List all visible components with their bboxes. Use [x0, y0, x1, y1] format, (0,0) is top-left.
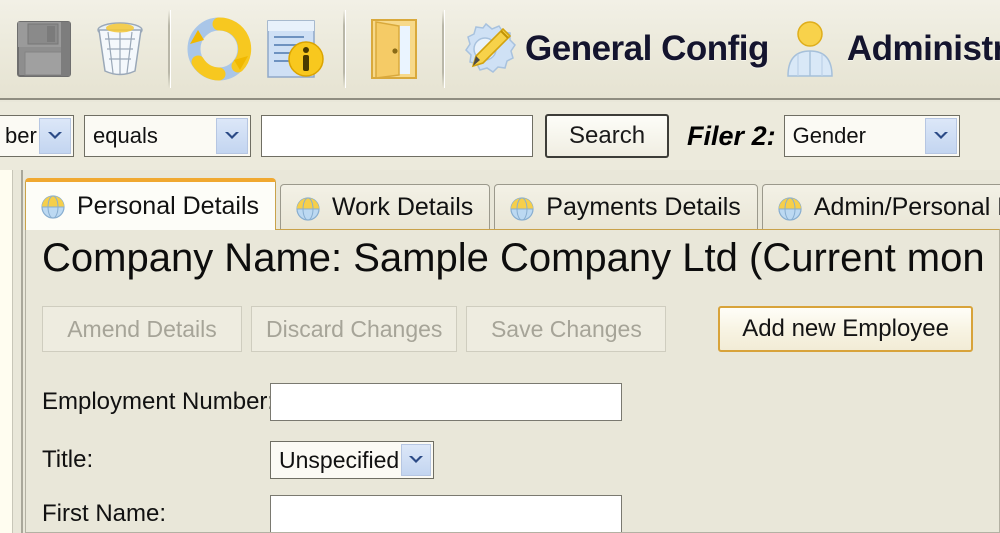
user-person-icon: [787, 21, 833, 77]
filer2-label: Filer 2:: [687, 120, 776, 151]
filter-field-value: ber: [5, 123, 37, 148]
globe-icon: [296, 196, 320, 221]
exit-door-icon: [371, 19, 417, 79]
filter-value-input[interactable]: [261, 115, 533, 157]
title-label: Title:: [42, 446, 94, 473]
tab-work-details[interactable]: Work Details: [280, 184, 491, 230]
tab-label: Work Details: [332, 193, 474, 221]
toolbar-separator: [343, 10, 346, 88]
first-name-label: First Name:: [42, 500, 167, 527]
title-select[interactable]: Unspecified: [270, 441, 434, 479]
delete-button[interactable]: [82, 6, 158, 92]
exit-button[interactable]: [356, 6, 432, 92]
chevron-down-icon[interactable]: [924, 118, 957, 154]
globe-icon: [41, 195, 65, 219]
general-config-label: General Config: [525, 29, 769, 68]
trash-bin-icon: [97, 22, 143, 76]
add-new-employee-button[interactable]: Add new Employee: [718, 306, 973, 352]
administration-button[interactable]: Administra: [775, 6, 1000, 92]
filer2-value: Gender: [792, 123, 866, 148]
title-row: Title: Unspecified: [42, 440, 434, 480]
tab-strip: Personal Details Work Details Payments D…: [25, 178, 1000, 230]
discard-changes-button[interactable]: Discard Changes: [251, 306, 458, 352]
globe-icon: [778, 196, 802, 221]
toolbar-separator: [442, 10, 445, 88]
left-side-panel: [0, 170, 13, 533]
left-divider: [14, 170, 23, 533]
floppy-disk-icon: [17, 21, 71, 77]
save-button[interactable]: [6, 6, 82, 92]
tab-label: Admin/Personal Notes: [813, 193, 1000, 221]
filer2-select[interactable]: Gender: [783, 115, 960, 157]
pencil-gear-icon: [465, 22, 516, 73]
chevron-down-icon[interactable]: [216, 118, 248, 154]
tab-personal-details[interactable]: Personal Details: [25, 178, 277, 230]
employment-number-label: Employment Number:: [42, 388, 275, 415]
administration-label: Administra: [846, 29, 1000, 68]
globe-icon: [510, 196, 534, 221]
record-actions-row: Amend Details Discard Changes Save Chang…: [42, 306, 675, 352]
personal-details-panel: Company Name: Sample Company Ltd (Curren…: [25, 229, 1000, 533]
filter-bar: ber equals Search Filer 2: Gender: [0, 102, 1000, 170]
main-toolbar: General Config Administra: [0, 0, 1000, 100]
tab-admin-personal-notes[interactable]: Admin/Personal Notes: [761, 184, 1000, 230]
document-info-icon: [267, 20, 324, 78]
tab-payments-details[interactable]: Payments Details: [494, 184, 758, 230]
chevron-down-icon[interactable]: [39, 118, 71, 154]
general-config-button[interactable]: General Config: [449, 6, 775, 92]
title-value: Unspecified: [279, 446, 400, 473]
save-changes-button[interactable]: Save Changes: [466, 306, 667, 352]
employment-number-row: Employment Number:: [42, 382, 622, 422]
application-window: General Config Administra ber equals: [0, 0, 1000, 533]
report-info-button[interactable]: [257, 6, 333, 92]
refresh-button[interactable]: [181, 6, 257, 92]
tab-label: Personal Details: [77, 191, 260, 220]
tab-label: Payments Details: [546, 193, 741, 221]
toolbar-separator: [168, 10, 171, 88]
first-name-row: First Name:: [42, 494, 622, 532]
filter-operator-select[interactable]: equals: [84, 115, 251, 157]
toolbar-group-view: [175, 5, 339, 93]
first-name-input[interactable]: [270, 495, 622, 532]
filter-operator-value: equals: [93, 123, 158, 148]
toolbar-group-file: [0, 5, 164, 93]
company-name-heading: Company Name: Sample Company Ltd (Curren…: [42, 236, 985, 280]
chevron-down-icon[interactable]: [401, 444, 431, 476]
employment-number-input[interactable]: [270, 383, 622, 421]
search-button[interactable]: Search: [545, 114, 670, 158]
refresh-circle-icon: [187, 17, 252, 81]
toolbar-group-exit: [350, 5, 438, 93]
amend-details-button[interactable]: Amend Details: [42, 306, 242, 352]
filter-field-select[interactable]: ber: [0, 115, 74, 157]
